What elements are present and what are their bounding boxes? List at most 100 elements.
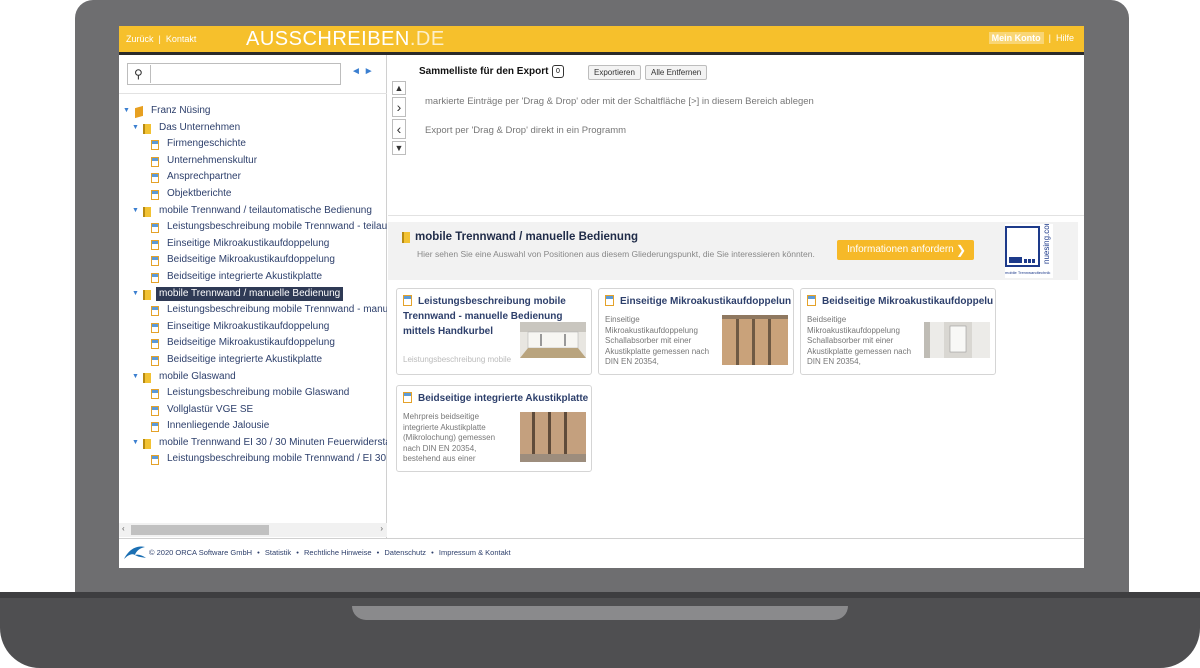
document-icon [151, 455, 159, 466]
tree-item[interactable]: Firmengeschichte [119, 136, 387, 153]
tree-item[interactable]: Leistungsbeschreibung mobile Trennwand /… [119, 451, 387, 468]
scroll-right-icon[interactable]: › [380, 524, 383, 533]
tree-item[interactable]: Leistungsbeschreibung mobile Trennwand -… [119, 302, 387, 319]
category-header: mobile Trennwand / manuelle Bedienung Hi… [388, 218, 1078, 280]
tree-item[interactable]: Innenliegende Jalousie [119, 418, 387, 435]
footer: © 2020 ORCA Software GmbH • Statistik • … [119, 538, 1084, 568]
footer-link-legal[interactable]: Rechtliche Hinweise [304, 548, 372, 557]
tree-folder[interactable]: ▼ mobile Trennwand / teilautomatische Bed… [119, 203, 387, 220]
tree-folder[interactable]: ▼ mobile Trennwand EI 30 / 30 Minuten Feu… [119, 435, 387, 452]
drop-hint: markierte Einträge per 'Drag & Drop' ode… [425, 96, 814, 107]
tree-item[interactable]: Ansprechpartner [119, 169, 387, 186]
position-card[interactable]: Beidseitige Mikroakustikaufdoppelung Bei… [800, 288, 996, 375]
document-icon [151, 140, 159, 151]
collapse-icon[interactable]: ▼ [132, 286, 139, 303]
tree-label: Ansprechpartner [167, 171, 241, 183]
tree-label: Einseitige Mikroakustikaufdoppelung [167, 237, 330, 249]
document-icon [151, 355, 159, 366]
document-icon [151, 239, 159, 250]
position-card[interactable]: Leistungsbeschreibung mobile Trennwand -… [396, 288, 592, 375]
export-title: Sammelliste für den Export [419, 66, 549, 77]
brand-main: AUSSCHREIBEN [246, 28, 410, 50]
card-description: Beidseitige Mikroakustikaufdoppelung Sch… [807, 315, 912, 366]
collapse-icon[interactable]: ▼ [132, 203, 139, 220]
remove-from-export-icon[interactable]: ‹ [392, 119, 406, 139]
tree-item[interactable]: Vollglastür VGE SE [119, 402, 387, 419]
collapse-icon[interactable]: ▼ [123, 103, 130, 120]
tree-item[interactable]: Einseitige Mikroakustikaufdoppelung [119, 236, 387, 253]
scroll-thumb[interactable] [131, 525, 269, 535]
tree-label: Beidseitige integrierte Akustikplatte [167, 353, 323, 365]
category-title: mobile Trennwand / manuelle Bedienung [415, 231, 639, 243]
help-link[interactable]: Hilfe [1056, 33, 1074, 43]
tree-root[interactable]: ▼ Franz Nüsing [119, 103, 387, 120]
document-icon [151, 405, 159, 416]
forward-arrow-icon[interactable]: ► [364, 66, 374, 77]
tree-label: Beidseitige integrierte Akustikplatte [167, 270, 323, 282]
tree-item[interactable]: Einseitige Mikroakustikaufdoppelung [119, 319, 387, 336]
tree-item[interactable]: Leistungsbeschreibung mobile Trennwand -… [119, 219, 387, 236]
tree-folder-selected[interactable]: ▼ mobile Trennwand / manuelle Bedienung [119, 286, 387, 303]
brand-tld: .DE [409, 28, 445, 50]
position-card[interactable]: Einseitige Mikroakustikaufdoppelung Eins… [598, 288, 794, 375]
document-icon [151, 189, 159, 200]
document-icon [151, 173, 159, 184]
card-title: Einseitige Mikroakustikaufdoppelung [620, 296, 791, 307]
position-card[interactable]: Beidseitige integrierte Akustikplatte Me… [396, 385, 592, 472]
tree-label: Vollglastür VGE SE [167, 403, 254, 415]
tree-folder[interactable]: ▼ mobile Glaswand [119, 369, 387, 386]
footer-link-privacy[interactable]: Datenschutz [384, 548, 426, 557]
collapse-icon[interactable]: ▼ [132, 435, 139, 452]
top-right-nav: Mein Konto | Hilfe [988, 32, 1074, 44]
folder-icon [143, 372, 151, 383]
document-icon [151, 156, 159, 167]
remove-all-button[interactable]: Alle Entfernen [645, 65, 708, 80]
card-description: Mehrpreis beidseitige integrierte Akusti… [403, 412, 496, 463]
scroll-up-icon[interactable]: ▲ [392, 81, 406, 95]
laptop-base [0, 592, 1200, 668]
tree-label: Leistungsbeschreibung mobile Glaswand [167, 387, 350, 399]
footer-link-statistik[interactable]: Statistik [265, 548, 291, 557]
search-icon[interactable]: ⚲ [134, 67, 143, 81]
tree-label: Leistungsbeschreibung mobile Trennwand -… [167, 304, 387, 316]
tree-item[interactable]: Beidseitige Mikroakustikaufdoppelung [119, 252, 387, 269]
tree-item[interactable]: Unternehmenskultur [119, 153, 387, 170]
tree-item[interactable]: Objektberichte [119, 186, 387, 203]
document-icon [151, 272, 159, 283]
manufacturer-logo[interactable]: nuesing.com mobile Trennwandtechnik [1005, 218, 1053, 278]
footer-link-imprint[interactable]: Impressum & Kontakt [439, 548, 511, 557]
search-box: ⚲ [127, 63, 341, 85]
folder-icon [143, 438, 151, 449]
tree-item[interactable]: Beidseitige integrierte Akustikplatte [119, 352, 387, 369]
tree-item[interactable]: Beidseitige Mikroakustikaufdoppelung [119, 335, 387, 352]
back-link[interactable]: Zurück [126, 34, 154, 44]
collapse-icon[interactable]: ▼ [132, 120, 139, 137]
content-panel: Sammelliste für den Export 0 Exportieren… [388, 55, 1084, 538]
scroll-left-icon[interactable]: ‹ [122, 524, 125, 533]
category-subtitle: Hier sehen Sie eine Auswahl von Position… [417, 249, 815, 259]
add-to-export-icon[interactable]: › [392, 97, 406, 117]
top-bar: Zurück | Kontakt AUSSCHREIBEN.DE Mein Kont… [119, 26, 1084, 52]
back-arrow-icon[interactable]: ◄ [351, 66, 361, 77]
tree-panel: ⚲ ◄ ► ▼ Franz Nüsing ▼ Das Unternehmen Fir… [119, 55, 387, 538]
document-icon [151, 223, 159, 234]
tree-label: Objektberichte [167, 187, 232, 199]
tree-item[interactable]: Beidseitige integrierte Akustikplatte [119, 269, 387, 286]
export-button[interactable]: Exportieren [588, 65, 641, 80]
horizontal-scrollbar[interactable]: ‹ › [119, 523, 387, 537]
request-info-button[interactable]: Informationen anfordern ❯ [837, 240, 974, 260]
search-input[interactable] [150, 65, 340, 83]
contact-link[interactable]: Kontakt [166, 34, 197, 44]
account-button[interactable]: Mein Konto [988, 32, 1044, 44]
tree-label: Innenliegende Jalousie [167, 420, 270, 432]
chevron-right-icon: ❯ [955, 243, 966, 257]
collapse-icon[interactable]: ▼ [132, 369, 139, 386]
folder-icon [143, 123, 151, 134]
tree-item[interactable]: Leistungsbeschreibung mobile Glaswand [119, 385, 387, 402]
app-screen: Zurück | Kontakt AUSSCHREIBEN.DE Mein Kont… [119, 26, 1084, 568]
brand-logo[interactable]: AUSSCHREIBEN.DE [246, 28, 445, 51]
laptop-notch [352, 606, 848, 620]
tree-folder[interactable]: ▼ Das Unternehmen [119, 120, 387, 137]
orca-logo-icon[interactable] [123, 543, 147, 561]
scroll-down-icon[interactable]: ▼ [392, 141, 406, 155]
